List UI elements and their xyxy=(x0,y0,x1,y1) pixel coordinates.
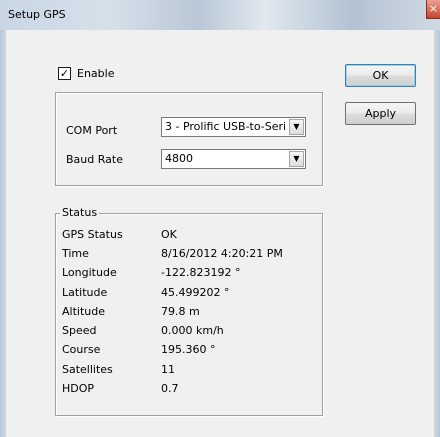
checkmark-icon: ✓ xyxy=(59,67,70,80)
status-value-latitude: 45.499202 ° xyxy=(161,286,230,299)
status-label-latitude: Latitude xyxy=(62,286,108,299)
close-icon: × xyxy=(428,2,439,15)
chevron-down-icon[interactable]: ▼ xyxy=(289,119,304,135)
com-port-value: 3 - Prolific USB-to-Serial xyxy=(165,120,287,133)
status-label-longitude: Longitude xyxy=(62,266,117,279)
chevron-down-icon[interactable]: ▼ xyxy=(289,151,304,167)
status-label-speed: Speed xyxy=(62,324,97,337)
enable-label: Enable xyxy=(77,67,115,80)
status-label-gps-status: GPS Status xyxy=(62,228,123,241)
connection-group xyxy=(55,92,323,186)
window-title: Setup GPS xyxy=(8,8,66,21)
status-label-hdop: HDOP xyxy=(62,382,95,395)
baud-rate-label: Baud Rate xyxy=(66,153,123,166)
baud-rate-select[interactable]: 4800 ▼ xyxy=(161,149,306,169)
apply-button[interactable]: Apply xyxy=(345,102,416,125)
status-value-hdop: 0.7 xyxy=(161,382,179,395)
status-value-altitude: 79.8 m xyxy=(161,305,200,318)
status-value-speed: 0.000 km/h xyxy=(161,324,224,337)
status-label-time: Time xyxy=(62,247,89,260)
status-value-time: 8/16/2012 4:20:21 PM xyxy=(161,247,283,260)
status-label-course: Course xyxy=(62,343,101,356)
enable-checkbox-row[interactable]: ✓ Enable xyxy=(58,67,114,80)
status-value-gps-status: OK xyxy=(161,228,177,241)
status-legend: Status xyxy=(60,206,100,219)
status-value-longitude: -122.823192 ° xyxy=(161,266,241,279)
status-value-course: 195.360 ° xyxy=(161,343,216,356)
close-button[interactable]: × xyxy=(426,0,440,19)
baud-rate-value: 4800 xyxy=(165,152,193,165)
com-port-label: COM Port xyxy=(66,124,118,137)
status-label-altitude: Altitude xyxy=(62,305,105,318)
com-port-select[interactable]: 3 - Prolific USB-to-Serial ▼ xyxy=(161,117,306,137)
status-value-satellites: 11 xyxy=(161,363,175,376)
title-bar[interactable]: Setup GPS × xyxy=(0,0,440,30)
window-frame-right xyxy=(434,30,440,437)
ok-button[interactable]: OK xyxy=(345,64,416,87)
enable-checkbox[interactable]: ✓ xyxy=(58,67,71,80)
status-label-satellites: Satellites xyxy=(62,363,113,376)
